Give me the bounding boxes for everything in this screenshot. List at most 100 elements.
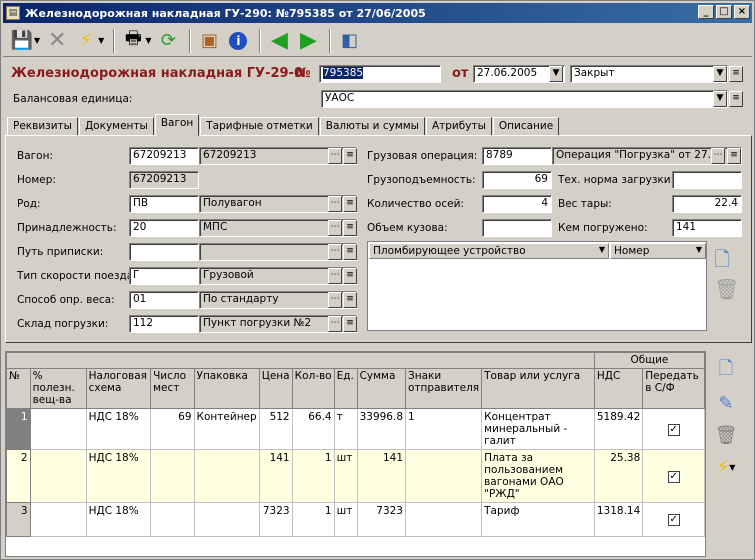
col-pack[interactable]: Упаковка bbox=[193, 368, 260, 409]
cell-unit[interactable]: т bbox=[333, 408, 358, 450]
cell-places[interactable] bbox=[150, 449, 195, 503]
table-row[interactable]: 2 НДС 18% 141 1 шт 141 Плата за пользова… bbox=[6, 449, 705, 503]
sklad-code-field[interactable]: 112 bbox=[129, 315, 199, 333]
cell-pct[interactable] bbox=[29, 449, 87, 503]
cell-sum[interactable]: 7323 bbox=[356, 502, 407, 537]
prin-code-field[interactable]: 20 bbox=[129, 219, 199, 237]
chevron-down-icon[interactable]: ▼ bbox=[599, 245, 605, 254]
minimize-button[interactable]: _ bbox=[698, 5, 714, 19]
status-select[interactable]: Закрыт bbox=[570, 65, 728, 83]
trash-icon[interactable]: 🗑 bbox=[712, 421, 740, 449]
seal-col-number[interactable]: Номер ▼ bbox=[610, 243, 706, 259]
number-field[interactable]: 795385 bbox=[319, 65, 441, 83]
cell-marks[interactable] bbox=[404, 502, 483, 537]
cell-transfer[interactable]: ✓ bbox=[642, 502, 705, 537]
gruz-code-field[interactable]: 8789 bbox=[482, 147, 552, 165]
ellipsis-icon[interactable]: ⋯ bbox=[328, 244, 342, 260]
row-number[interactable]: 3 bbox=[6, 502, 31, 537]
lightning-icon[interactable]: ⚡ ▼ bbox=[712, 453, 740, 481]
cell-vat[interactable]: 5189.42 bbox=[593, 408, 644, 450]
cell-goods[interactable]: Тариф bbox=[481, 502, 595, 537]
chevron-down-icon[interactable]: ▼ bbox=[34, 36, 40, 45]
cell-transfer[interactable]: ✓ bbox=[642, 408, 705, 450]
cell-tax[interactable]: НДС 18% bbox=[85, 408, 152, 450]
col-sum[interactable]: Сумма bbox=[356, 368, 407, 409]
chevron-down-icon[interactable]: ▼ bbox=[98, 36, 104, 45]
cell-price[interactable]: 512 bbox=[258, 408, 293, 450]
cell-pct[interactable] bbox=[29, 502, 87, 537]
tab-valyuty[interactable]: Валюты и суммы bbox=[319, 117, 425, 136]
menu-icon[interactable]: ≡ bbox=[343, 292, 357, 308]
chevron-down-icon[interactable]: ▼ bbox=[696, 245, 702, 254]
ellipsis-icon[interactable]: ⋯ bbox=[328, 196, 342, 212]
tab-atributy[interactable]: Атрибуты bbox=[425, 117, 492, 136]
cell-sum[interactable]: 33996.8 bbox=[356, 408, 407, 450]
vestary-field[interactable]: 22.4 bbox=[672, 195, 742, 213]
menu-icon[interactable]: ≡ bbox=[343, 196, 357, 212]
col-price[interactable]: Цена bbox=[258, 368, 293, 409]
rod-code-field[interactable]: ПВ bbox=[129, 195, 199, 213]
cell-pack[interactable]: Контейнер bbox=[193, 408, 260, 450]
cell-goods[interactable]: Концентрат минеральный - галит bbox=[481, 408, 595, 450]
briefcase-icon[interactable]: ▣ bbox=[196, 28, 222, 54]
put-code-field[interactable] bbox=[129, 243, 199, 261]
menu-icon[interactable]: ≡ bbox=[343, 244, 357, 260]
tehnorm-field[interactable] bbox=[672, 171, 742, 189]
cell-places[interactable]: 69 bbox=[150, 408, 195, 450]
chevron-down-icon[interactable]: ▼ bbox=[145, 36, 151, 45]
cell-unit[interactable]: шт bbox=[333, 449, 358, 503]
delete-icon[interactable]: ✕ bbox=[44, 28, 70, 54]
cell-marks[interactable] bbox=[404, 449, 483, 503]
document-exit-icon[interactable]: ◧ bbox=[336, 28, 362, 54]
print-icon[interactable]: 🖶 bbox=[120, 28, 146, 54]
sposob-code-field[interactable]: 01 bbox=[129, 291, 199, 309]
menu-icon[interactable]: ≡ bbox=[343, 316, 357, 332]
close-button[interactable]: × bbox=[734, 5, 750, 19]
chevron-down-icon[interactable]: ▼ bbox=[713, 66, 727, 82]
col-pct[interactable]: % полезн. вещ-ва bbox=[29, 368, 87, 409]
cell-qty[interactable]: 1 bbox=[291, 502, 335, 537]
transfer-checkbox[interactable]: ✓ bbox=[667, 423, 680, 436]
cell-pct[interactable] bbox=[29, 408, 87, 450]
cell-price[interactable]: 7323 bbox=[258, 502, 293, 537]
edit-document-icon[interactable]: ✎ bbox=[712, 389, 740, 417]
menu-icon[interactable]: ≡ bbox=[729, 66, 743, 82]
ellipsis-icon[interactable]: ⋯ bbox=[328, 292, 342, 308]
chevron-down-icon[interactable]: ▼ bbox=[549, 66, 563, 82]
tab-tarifnye[interactable]: Тарифные отметки bbox=[200, 117, 319, 136]
cell-unit[interactable]: шт bbox=[333, 502, 358, 537]
cell-tax[interactable]: НДС 18% bbox=[85, 449, 152, 503]
tab-opisanie[interactable]: Описание bbox=[492, 117, 560, 136]
cell-vat[interactable]: 25.38 bbox=[593, 449, 644, 503]
tab-rekvizity[interactable]: Реквизиты bbox=[7, 117, 78, 136]
cell-transfer[interactable]: ✓ bbox=[642, 449, 705, 503]
ellipsis-icon[interactable]: ⋯ bbox=[328, 148, 342, 164]
transfer-checkbox[interactable]: ✓ bbox=[667, 470, 680, 483]
gruzpod-field[interactable]: 69 bbox=[482, 171, 552, 189]
col-qty[interactable]: Кол-во bbox=[291, 368, 335, 409]
col-places[interactable]: Число мест bbox=[150, 368, 195, 409]
seal-col-device[interactable]: Пломбирующее устройство ▼ bbox=[369, 243, 609, 259]
col-marks[interactable]: Знаки отправителя bbox=[404, 368, 483, 409]
cell-pack[interactable] bbox=[193, 502, 260, 537]
col-no[interactable]: № bbox=[6, 368, 31, 409]
transfer-checkbox[interactable]: ✓ bbox=[667, 514, 680, 526]
forward-arrow-icon[interactable]: ▶ bbox=[295, 28, 321, 54]
cell-tax[interactable]: НДС 18% bbox=[85, 502, 152, 537]
menu-icon[interactable]: ≡ bbox=[727, 148, 741, 164]
menu-icon[interactable]: ≡ bbox=[343, 268, 357, 284]
osei-field[interactable]: 4 bbox=[482, 195, 552, 213]
info-icon[interactable]: i bbox=[225, 28, 251, 54]
lightning-icon[interactable]: ⚡ bbox=[73, 28, 99, 54]
kempogr-field[interactable]: 141 bbox=[672, 219, 742, 237]
back-arrow-icon[interactable]: ◀ bbox=[266, 28, 292, 54]
tab-vagon[interactable]: Вагон bbox=[154, 114, 200, 136]
cell-price[interactable]: 141 bbox=[258, 449, 293, 503]
cell-sum[interactable]: 141 bbox=[356, 449, 407, 503]
col-vat[interactable]: НДС bbox=[593, 368, 644, 409]
col-transfer[interactable]: Передать в С/Ф bbox=[642, 368, 705, 409]
cell-places[interactable] bbox=[150, 502, 195, 537]
new-document-icon[interactable]: 🗋 bbox=[714, 245, 730, 279]
ellipsis-icon[interactable]: ⋯ bbox=[328, 268, 342, 284]
menu-icon[interactable]: ≡ bbox=[729, 91, 743, 107]
